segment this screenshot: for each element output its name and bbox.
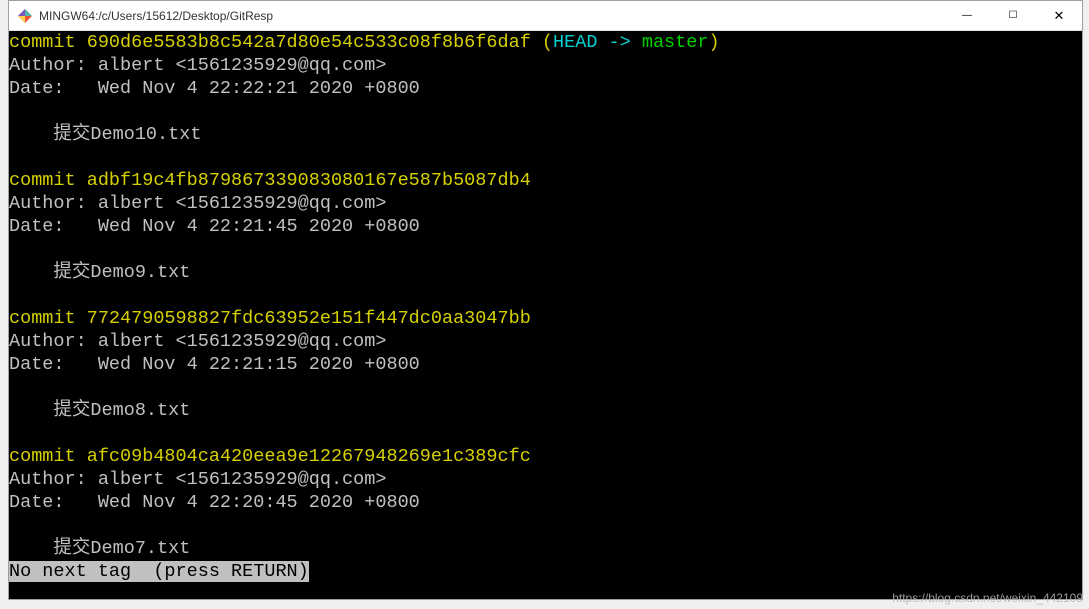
commit-hash: 690d6e5583b8c542a7d80e54c533c08f8b6f6daf [87, 32, 531, 53]
close-button[interactable]: ✕ [1036, 1, 1082, 30]
author-line: Author: albert <1561235929@qq.com> [9, 469, 386, 490]
date-line: Date: Wed Nov 4 22:21:15 2020 +0800 [9, 354, 420, 375]
head-close: ) [708, 32, 719, 53]
commit-hash: afc09b4804ca420eea9e12267948269e1c389cfc [87, 446, 531, 467]
author-line: Author: albert <1561235929@qq.com> [9, 55, 386, 76]
commit-hash: adbf19c4fb879867339083080167e587b5087db4 [87, 170, 531, 191]
commit-message: 提交Demo7.txt [9, 538, 190, 559]
terminal-window: MINGW64:/c/Users/15612/Desktop/GitResp —… [8, 0, 1083, 600]
head-open: ( [531, 32, 553, 53]
date-line: Date: Wed Nov 4 22:22:21 2020 +0800 [9, 78, 420, 99]
window-title: MINGW64:/c/Users/15612/Desktop/GitResp [39, 9, 944, 23]
author-line: Author: albert <1561235929@qq.com> [9, 331, 386, 352]
maximize-button[interactable]: ☐ [990, 1, 1036, 30]
minimize-button[interactable]: — [944, 1, 990, 30]
commit-prefix: commit [9, 308, 87, 329]
commit-message: 提交Demo10.txt [9, 124, 201, 145]
date-line: Date: Wed Nov 4 22:20:45 2020 +0800 [9, 492, 420, 513]
commit-message: 提交Demo9.txt [9, 262, 190, 283]
commit-prefix: commit [9, 170, 87, 191]
app-icon [17, 8, 33, 24]
author-line: Author: albert <1561235929@qq.com> [9, 193, 386, 214]
commit-message: 提交Demo8.txt [9, 400, 190, 421]
commit-prefix: commit [9, 32, 87, 53]
commit-hash: 7724790598827fdc63952e151f447dc0aa3047bb [87, 308, 531, 329]
titlebar[interactable]: MINGW64:/c/Users/15612/Desktop/GitResp —… [9, 1, 1082, 31]
window-controls: — ☐ ✕ [944, 1, 1082, 30]
head-branch: master [642, 32, 709, 53]
head-label: HEAD -> [553, 32, 642, 53]
commit-prefix: commit [9, 446, 87, 467]
date-line: Date: Wed Nov 4 22:21:45 2020 +0800 [9, 216, 420, 237]
terminal-output[interactable]: commit 690d6e5583b8c542a7d80e54c533c08f8… [9, 31, 1082, 599]
pager-status[interactable]: No next tag (press RETURN) [9, 561, 309, 582]
